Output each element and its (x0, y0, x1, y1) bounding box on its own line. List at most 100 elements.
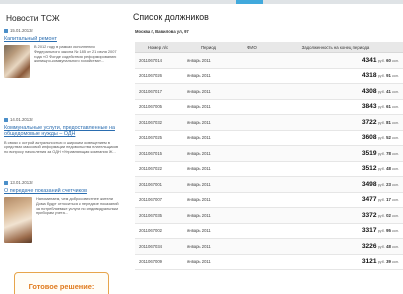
cell-debt: 3477 руб. 17 коп. (268, 196, 403, 203)
table-row[interactable]: 2011067022 январь 2011 3512 руб. 48 коп. (135, 162, 403, 177)
table-row[interactable]: 2011067032 январь 2011 3722 руб. 81 коп. (135, 115, 403, 131)
unit-kop: коп. (392, 151, 399, 156)
unit-kop: коп. (392, 167, 399, 172)
cell-period: январь 2011 (187, 119, 211, 125)
debt-rub: 4341 (361, 56, 377, 64)
news-thumbnail[interactable] (4, 45, 30, 79)
table-row[interactable]: 2011067001 январь 2011 3498 руб. 23 коп. (135, 177, 403, 193)
debt-kop: 02 (386, 212, 391, 218)
unit-kop: коп. (392, 244, 399, 249)
cell-account: 2011067022 (139, 166, 162, 172)
cell-account: 2011067035 (139, 212, 162, 218)
news-link[interactable]: О передаче показаний счетчиков (4, 188, 121, 194)
cell-period: январь 2011 (187, 57, 211, 63)
cell-account: 2011067034 (139, 243, 162, 249)
column-header-period[interactable]: Период (181, 45, 236, 50)
cell-period: январь 2011 (187, 228, 211, 234)
unit-rub: руб. (377, 74, 385, 79)
debt-rub: 3512 (361, 165, 377, 173)
cell-debt: 3317 руб. 95 коп. (268, 227, 403, 234)
main-content: Список должников Москва г, Вавилова ул, … (123, 4, 403, 294)
debt-kop: 17 (386, 197, 391, 203)
unit-rub: руб. (377, 244, 385, 249)
cell-period: январь 2011 (187, 243, 211, 249)
debt-rub: 3226 (361, 242, 377, 250)
column-header-debt[interactable]: Задолженность на конец периода (268, 45, 403, 50)
sidebar-title: Новости ТСЖ (6, 13, 60, 23)
debt-rub: 3498 (361, 180, 377, 188)
table-row[interactable]: 2011067007 январь 2011 3477 руб. 17 коп. (135, 193, 403, 208)
news-link[interactable]: Коммунальные услуги, предоставленные на … (4, 125, 121, 138)
debtors-table: Номер л/с Период ФИО Задолженность на ко… (135, 42, 403, 270)
unit-rub: руб. (377, 151, 385, 156)
unit-rub: руб. (377, 182, 385, 187)
table-row[interactable]: 2011067002 январь 2011 3317 руб. 95 коп. (135, 224, 403, 239)
cell-account: 2011067009 (139, 259, 162, 265)
debt-rub: 3608 (361, 134, 377, 142)
cell-period: январь 2011 (187, 135, 211, 141)
news-thumbnail[interactable] (4, 197, 32, 244)
column-header-account[interactable]: Номер л/с (135, 45, 181, 50)
cell-debt: 3843 руб. 61 коп. (268, 103, 403, 110)
debt-kop: 81 (386, 119, 391, 125)
news-link[interactable]: Капитальный ремонт (4, 36, 121, 42)
debt-rub: 3722 (361, 118, 377, 126)
cell-period: январь 2011 (187, 166, 211, 172)
debt-kop: 60 (386, 57, 391, 63)
cell-account: 2011067002 (139, 228, 162, 234)
news-item: 15.01.2013г Капитальный ремонт В 2012 го… (4, 28, 121, 79)
cell-period: январь 2011 (187, 73, 211, 79)
page-title: Список должников (133, 12, 209, 22)
column-header-name[interactable]: ФИО (236, 45, 268, 50)
unit-kop: коп. (392, 229, 399, 234)
promo-box[interactable]: Готовое решение: (14, 272, 109, 294)
cell-debt: 3121 руб. 39 коп. (268, 258, 403, 265)
cell-debt: 4341 руб. 60 коп. (268, 57, 403, 64)
table-row[interactable]: 2011067005 январь 2011 3843 руб. 61 коп. (135, 100, 403, 115)
debt-rub: 3477 (361, 196, 377, 204)
table-row[interactable]: 2011067009 январь 2011 3121 руб. 39 коп. (135, 255, 403, 270)
unit-kop: коп. (392, 198, 399, 203)
news-date: 13.01.2013г (4, 180, 121, 185)
debt-rub: 3372 (361, 211, 377, 219)
table-row[interactable]: 2011067034 январь 2011 3226 руб. 48 коп. (135, 239, 403, 255)
calendar-icon (4, 180, 8, 185)
table-row[interactable]: 2011067035 январь 2011 3372 руб. 02 коп. (135, 208, 403, 224)
debt-rub: 3317 (361, 227, 377, 235)
debt-kop: 95 (386, 228, 391, 234)
unit-rub: руб. (377, 213, 385, 218)
calendar-icon (4, 117, 8, 122)
debt-rub: 3843 (361, 103, 377, 111)
debt-kop: 52 (386, 135, 391, 141)
cell-account: 2011067015 (139, 150, 162, 156)
debt-kop: 91 (386, 73, 391, 79)
sidebar: Новости ТСЖ 15.01.2013г Капитальный ремо… (0, 4, 123, 294)
unit-rub: руб. (377, 136, 385, 141)
unit-kop: коп. (392, 136, 399, 141)
cell-period: январь 2011 (187, 212, 211, 218)
cell-account: 2011067026 (139, 73, 162, 79)
calendar-icon (4, 28, 8, 33)
table-row[interactable]: 2011067017 январь 2011 4308 руб. 41 коп. (135, 84, 403, 100)
unit-rub: руб. (377, 198, 385, 203)
news-item: 14.01.2013г Коммунальные услуги, предост… (4, 117, 121, 155)
cell-period: январь 2011 (187, 88, 211, 94)
table-row[interactable]: 2011067014 январь 2011 4341 руб. 60 коп. (135, 53, 403, 69)
cell-account: 2011067014 (139, 57, 162, 63)
unit-rub: руб. (377, 58, 385, 63)
debt-kop: 48 (386, 166, 391, 172)
cell-debt: 3498 руб. 23 коп. (268, 181, 403, 188)
cell-debt: 3226 руб. 48 коп. (268, 243, 403, 250)
unit-kop: коп. (392, 182, 399, 187)
table-row[interactable]: 2011067026 январь 2011 4318 руб. 91 коп. (135, 69, 403, 84)
unit-rub: руб. (377, 167, 385, 172)
cell-debt: 4318 руб. 91 коп. (268, 72, 403, 79)
cell-debt: 3722 руб. 81 коп. (268, 119, 403, 126)
table-row[interactable]: 2011067015 январь 2011 3519 руб. 78 коп. (135, 146, 403, 162)
table-row[interactable]: 2011067025 январь 2011 3608 руб. 52 коп. (135, 131, 403, 146)
debt-kop: 61 (386, 104, 391, 110)
unit-rub: руб. (377, 105, 385, 110)
unit-rub: руб. (377, 229, 385, 234)
debt-kop: 48 (386, 243, 391, 249)
cell-account: 2011067007 (139, 197, 162, 203)
